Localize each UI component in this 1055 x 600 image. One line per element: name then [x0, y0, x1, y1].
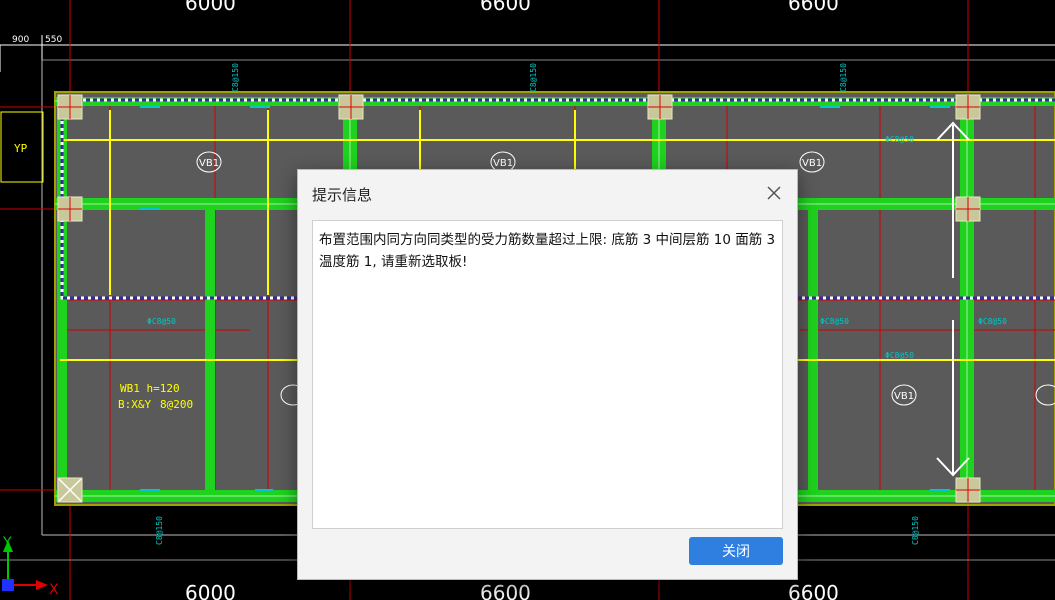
dialog-message: 布置范围内同方向同类型的受力筋数量超过上限: 底筋 3 中间层筋 10 面筋 3… [312, 220, 783, 529]
axis-x-label: X [49, 582, 59, 598]
dim-top-2: 6600 [480, 0, 531, 15]
slab-info-line2b: 8@200 [160, 398, 193, 411]
cyan-label-2: ΦC8@50 [820, 317, 849, 326]
dim-bottom-2: 6600 [480, 581, 531, 600]
yp-label: YP [14, 142, 28, 155]
cyan-label-1: ΦC8@50 [147, 317, 176, 326]
slab-label-vb1-4: VB1 [894, 391, 914, 402]
slab-info-line1: WB1 h=120 [120, 382, 180, 395]
axis-y-label: Y [2, 535, 12, 551]
vertical-label-top-2: C8@150 [529, 63, 538, 92]
dim-small-900: 900 [12, 35, 29, 45]
vertical-label-bottom-2: C8@150 [911, 516, 920, 545]
close-button[interactable]: 关闭 [689, 537, 783, 565]
dim-small-550: 550 [45, 35, 62, 45]
dim-top-1: 6000 [185, 0, 236, 15]
close-x-glyph [767, 186, 781, 200]
vertical-label-top-3: C8@150 [839, 63, 848, 92]
slab-label-vb1-2: VB1 [493, 158, 513, 169]
dim-bottom-1: 6000 [185, 581, 236, 600]
slab-label-vb1-3: VB1 [802, 158, 822, 169]
cyan-label-4: ΦC8@50 [885, 135, 914, 144]
cyan-label-3: ΦC8@50 [978, 317, 1007, 326]
dialog-title: 提示信息 [312, 186, 373, 204]
slab-label-vb1-1: VB1 [199, 158, 219, 169]
vertical-label-top-1: C8@150 [231, 63, 240, 92]
cyan-label-5: ΦC8@50 [885, 351, 914, 360]
vertical-label-bottom-1: C8@150 [155, 516, 164, 545]
dim-bottom-3: 6600 [788, 581, 839, 600]
prompt-info-dialog[interactable]: 提示信息 布置范围内同方向同类型的受力筋数量超过上限: 底筋 3 中间层筋 10… [297, 169, 798, 580]
close-icon[interactable] [765, 184, 783, 202]
slab-info-line2: B:X&Y [118, 398, 151, 411]
dim-top-3: 6600 [788, 0, 839, 15]
